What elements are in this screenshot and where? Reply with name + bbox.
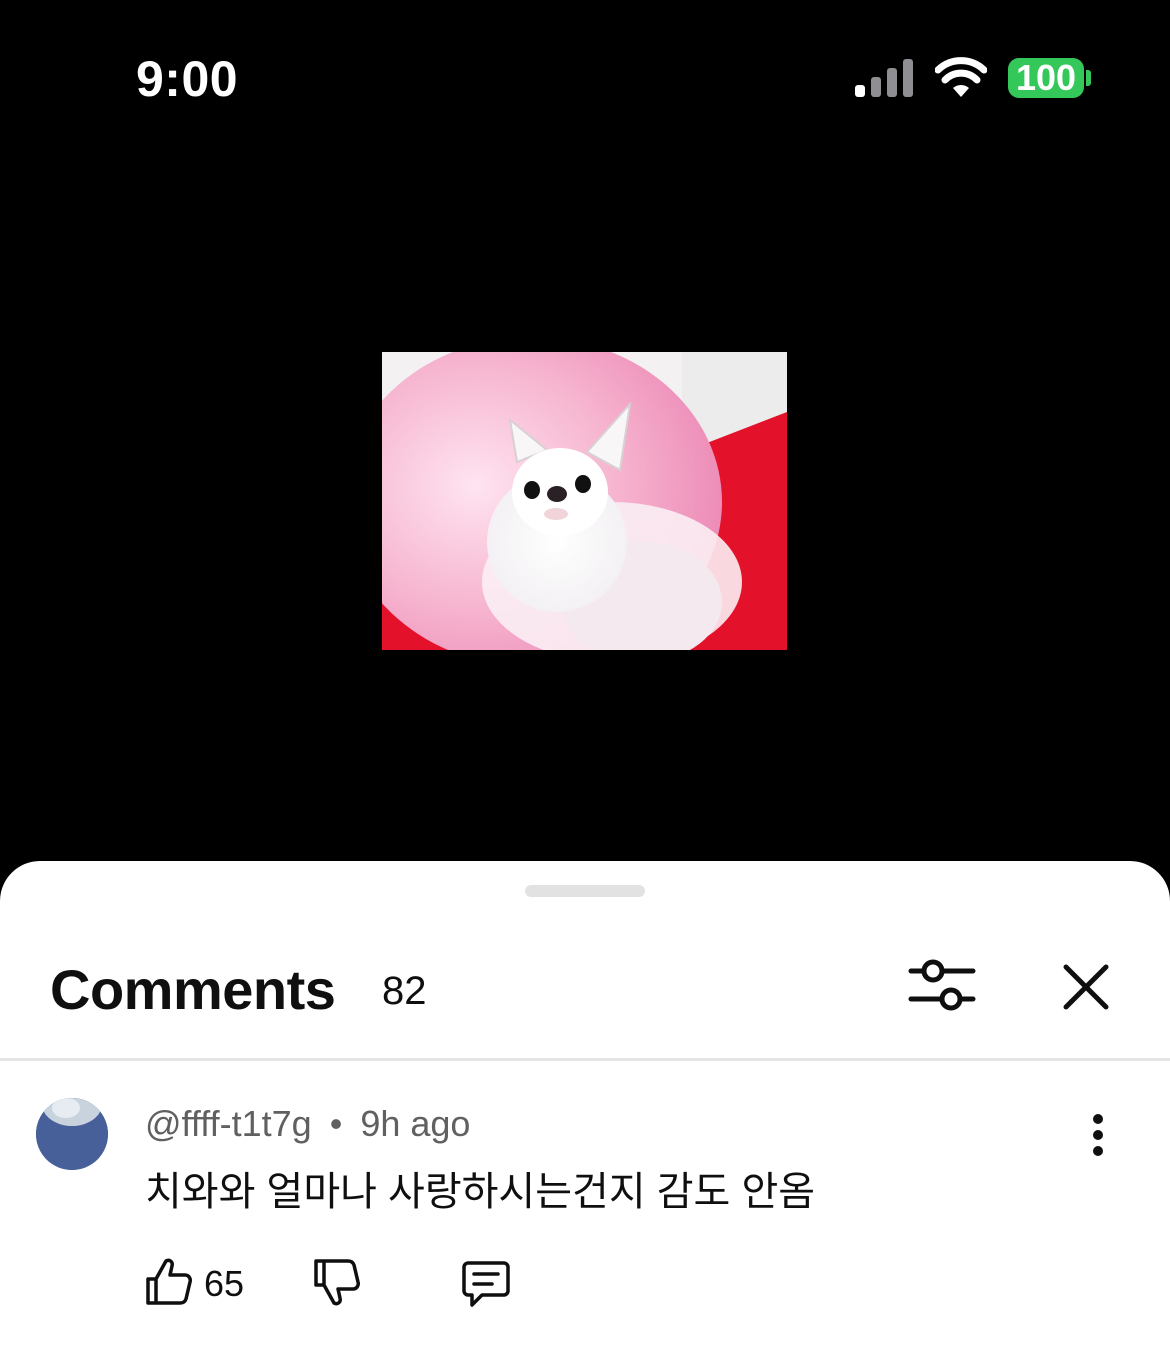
- video-thumbnail-image: [382, 352, 787, 650]
- comment-meta: @ffff-t1t7g • 9h ago: [145, 1103, 470, 1145]
- close-icon[interactable]: [1060, 961, 1112, 1013]
- meta-separator: •: [329, 1103, 343, 1144]
- comment-time: 9h ago: [360, 1103, 471, 1144]
- battery-tip: [1086, 70, 1091, 86]
- comment-item: @ffff-t1t7g • 9h ago 치와와 얼마나 사랑하시는건지 감도 …: [0, 1061, 1170, 1363]
- comments-title: Comments: [50, 958, 336, 1021]
- video-thumbnail[interactable]: [382, 352, 787, 650]
- avatar[interactable]: [36, 1098, 108, 1170]
- avatar-image: [36, 1098, 108, 1170]
- drag-handle[interactable]: [525, 885, 645, 897]
- comments-count: 82: [382, 969, 427, 1013]
- thumbs-down-icon[interactable]: [310, 1257, 362, 1309]
- battery-level: 100: [1015, 57, 1077, 98]
- comment-text: 치와와 얼마나 사랑하시는건지 감도 안옴: [145, 1170, 816, 1214]
- thumbs-up-icon[interactable]: [142, 1255, 194, 1307]
- comments-sheet: Comments 82 @ffff-t1t7g • 9h ago 치와와 얼마나…: [0, 861, 1170, 1363]
- status-time: 9:00: [136, 51, 239, 107]
- like-count: 65: [204, 1263, 245, 1304]
- signal-icon: [855, 59, 913, 97]
- wifi-icon: [935, 57, 987, 97]
- reply-icon[interactable]: [460, 1257, 512, 1309]
- screen: 9:00 100 Comments 82 @ffff-t1t7g • 9h ag…: [0, 0, 1170, 1363]
- more-vertical-icon[interactable]: [1082, 1113, 1114, 1157]
- status-bar: 9:00 100: [0, 0, 1170, 150]
- battery-icon: 100: [1008, 57, 1084, 98]
- video-player[interactable]: [0, 150, 1170, 870]
- filter-icon[interactable]: [907, 957, 977, 1017]
- comment-author[interactable]: @ffff-t1t7g: [145, 1103, 312, 1144]
